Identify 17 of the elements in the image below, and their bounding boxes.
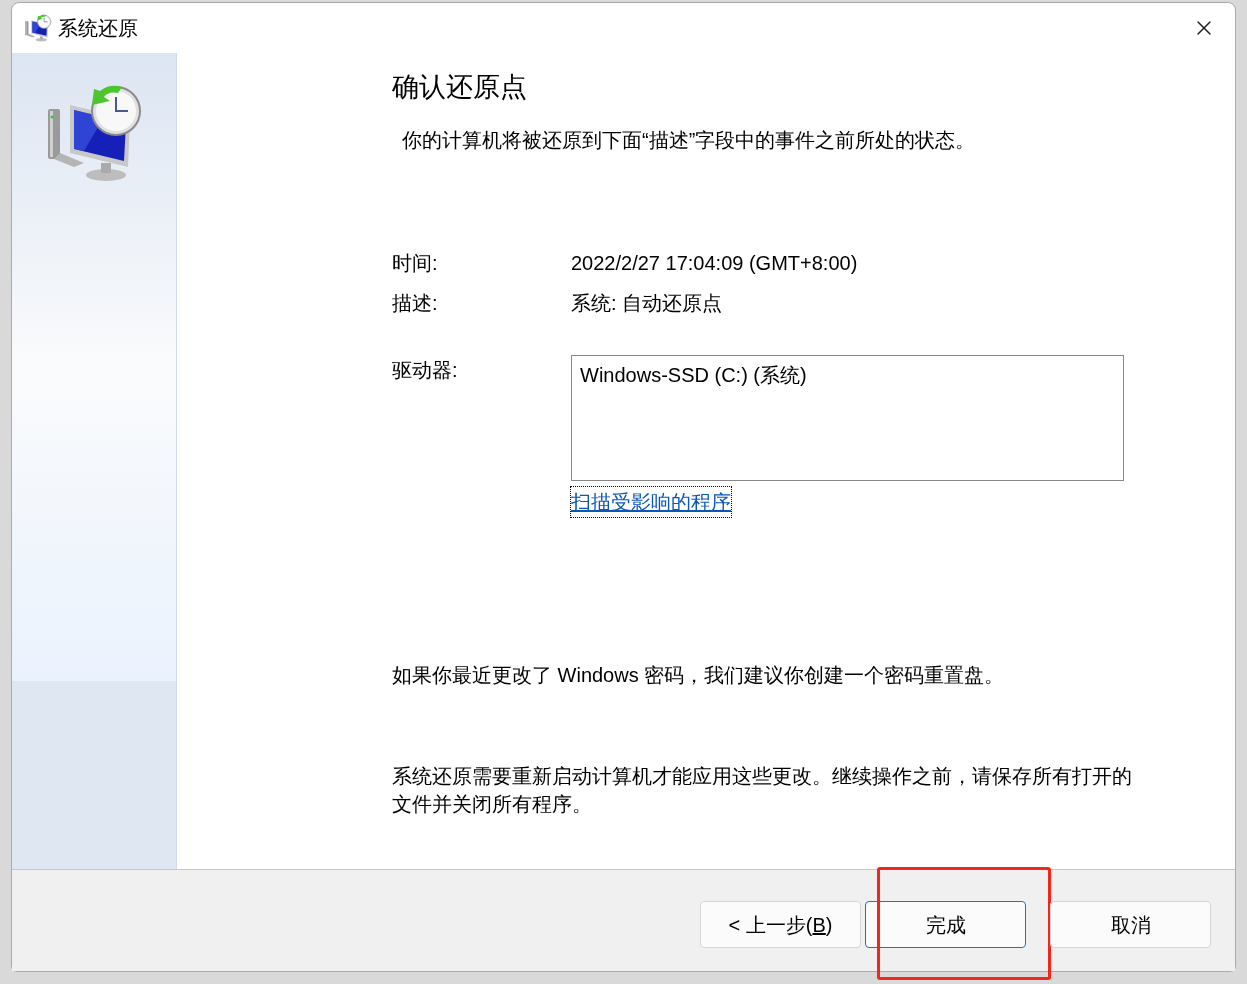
field-value: 2022/2/27 17:04:09 (GMT+8:00) [571,251,858,276]
page-heading: 确认还原点 [392,71,528,104]
scan-link[interactable]: 扫描受影响的程序 [571,487,731,517]
drive-item[interactable]: Windows-SSD (C:) (系统) [580,360,1115,390]
intro-text: 你的计算机将被还原到下面“描述”字段中的事件之前所处的状态。 [402,128,977,153]
field-value: 系统: 自动还原点 [571,291,723,316]
drive-list[interactable]: Windows-SSD (C:) (系统) [571,355,1124,481]
field-label: 时间: [392,251,439,276]
dialog-button[interactable]: 完成 [865,901,1026,948]
note-text: 如果你最近更改了 Windows 密码，我们建议你创建一个密码重置盘。 [392,663,1006,688]
app-icon [24,14,52,42]
dialog-button[interactable]: 取消 [1050,901,1211,948]
field-label: 驱动器: [392,358,459,383]
window-title: 系统还原 [58,16,138,41]
field-label: 描述: [392,291,439,316]
dialog-button[interactable]: < 上一步(B) [700,901,861,948]
note-text: 系统还原需要重新启动计算机才能应用这些更改。继续操作之前，请保存所有打开的文件并关闭所有程序。 [392,764,1133,817]
